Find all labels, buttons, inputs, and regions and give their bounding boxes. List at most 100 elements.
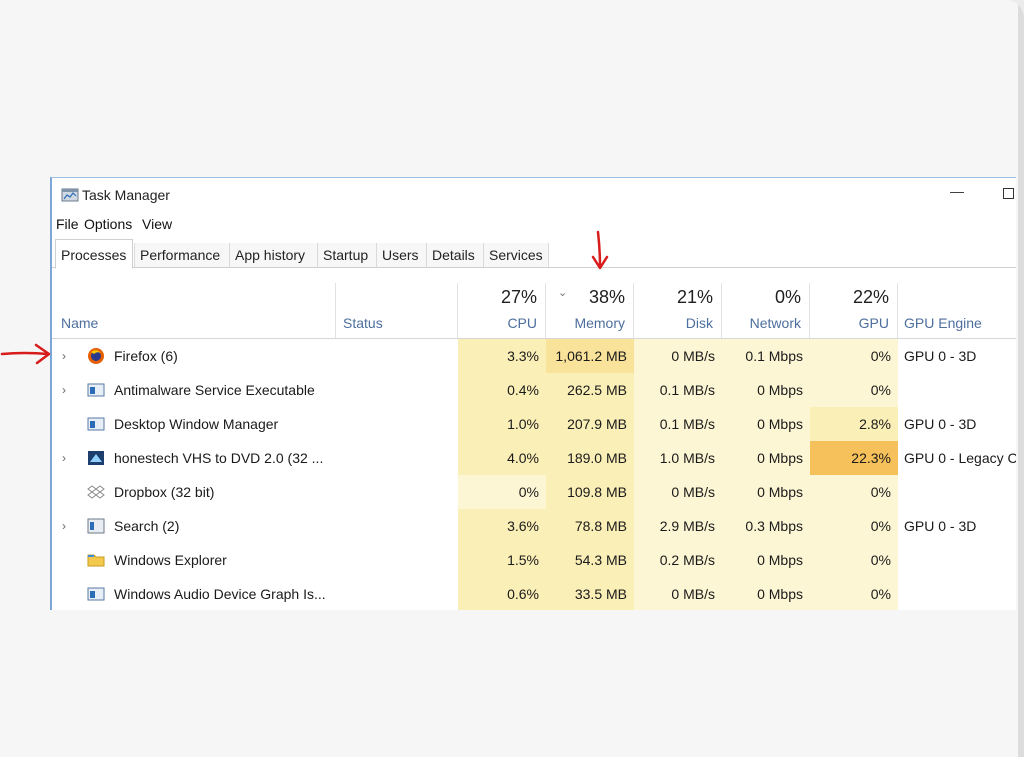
memory-cell: 1,061.2 MB <box>546 339 634 373</box>
network-cell: 0 Mbps <box>722 543 810 577</box>
disk-cell: 0 MB/s <box>634 475 722 509</box>
network-cell: 0.3 Mbps <box>722 509 810 543</box>
disk-cell: 0.1 MB/s <box>634 373 722 407</box>
network-cell: 0 Mbps <box>722 475 810 509</box>
process-name: Dropbox (32 bit) <box>114 484 215 500</box>
gpu-cell: 2.8% <box>810 407 898 441</box>
expand-chevron-icon[interactable]: › <box>62 451 72 465</box>
process-row[interactable]: › Antimalware Service Executable 0.4% 262.5… <box>52 373 1016 407</box>
cpu-cell: 0% <box>458 475 546 509</box>
cpu-cell: 0.6% <box>458 577 546 610</box>
tab-processes[interactable]: Processes <box>55 239 133 269</box>
tab-strip: Processes Performance App history Startu… <box>52 239 1016 269</box>
column-header-network[interactable]: Network <box>721 315 801 331</box>
network-cell: 0.1 Mbps <box>722 339 810 373</box>
maximize-button[interactable] <box>1003 188 1014 199</box>
network-cell: 0 Mbps <box>722 373 810 407</box>
memory-cell: 207.9 MB <box>546 407 634 441</box>
service-window-icon <box>87 381 105 399</box>
network-total-percent: 0% <box>774 287 801 307</box>
service-window-icon <box>87 585 105 603</box>
cpu-cell: 4.0% <box>458 441 546 475</box>
process-row[interactable]: › Firefox (6) 3.3% 1,061.2 MB 0 MB/s 0.1 Mbps… <box>52 339 1016 373</box>
cpu-total-percent: 27% <box>500 287 537 307</box>
memory-cell: 262.5 MB <box>546 373 634 407</box>
honestech-app-icon <box>87 449 105 467</box>
gpu-engine-cell: GPU 0 - 3D <box>904 416 977 432</box>
disk-cell: 0 MB/s <box>634 577 722 610</box>
expand-chevron-icon[interactable]: › <box>62 349 72 363</box>
column-header-gpu-engine[interactable]: GPU Engine <box>904 315 982 331</box>
task-manager-icon <box>61 188 79 202</box>
tab-startup[interactable]: Startup <box>317 243 376 267</box>
disk-total-percent: 21% <box>676 287 713 307</box>
expand-chevron-icon[interactable]: › <box>62 519 72 533</box>
disk-cell: 2.9 MB/s <box>634 509 722 543</box>
menu-options[interactable]: Options <box>84 216 132 232</box>
expand-chevron-icon[interactable]: › <box>62 383 72 397</box>
network-cell: 0 Mbps <box>722 407 810 441</box>
network-cell: 0 Mbps <box>722 577 810 610</box>
column-divider <box>335 283 336 338</box>
memory-cell: 33.5 MB <box>546 577 634 610</box>
cpu-cell: 1.0% <box>458 407 546 441</box>
disk-cell: 0.2 MB/s <box>634 543 722 577</box>
tab-performance[interactable]: Performance <box>134 243 229 267</box>
service-window-icon <box>87 415 105 433</box>
title-bar[interactable]: Task Manager — <box>52 178 1016 210</box>
menu-file[interactable]: File <box>56 216 79 232</box>
screenshot-background: Task Manager — File Options View Process… <box>0 0 1024 757</box>
process-row[interactable]: Windows Audio Device Graph Is... 0.6% 33.5… <box>52 577 1016 610</box>
column-header-status[interactable]: Status <box>343 315 383 331</box>
process-row[interactable]: Dropbox (32 bit) 0% 109.8 MB 0 MB/s 0 Mbps 0% <box>52 475 1016 509</box>
disk-cell: 0 MB/s <box>634 339 722 373</box>
column-header-gpu[interactable]: GPU <box>809 315 889 331</box>
search-app-icon <box>87 517 105 535</box>
gpu-engine-cell: GPU 0 - 3D <box>904 518 977 534</box>
process-name: honestech VHS to DVD 2.0 (32 ... <box>114 450 324 466</box>
gpu-cell: 0% <box>810 475 898 509</box>
memory-cell: 189.0 MB <box>546 441 634 475</box>
gpu-cell: 0% <box>810 373 898 407</box>
process-name: Antimalware Service Executable <box>114 382 315 398</box>
minimize-button[interactable]: — <box>950 183 964 199</box>
memory-cell: 54.3 MB <box>546 543 634 577</box>
background-edge <box>1018 0 1024 757</box>
process-row[interactable]: Windows Explorer 1.5% 54.3 MB 0.2 MB/s 0 Mbp… <box>52 543 1016 577</box>
gpu-cell: 0% <box>810 339 898 373</box>
memory-cell: 78.8 MB <box>546 509 634 543</box>
column-header-cpu[interactable]: CPU <box>457 315 537 331</box>
cpu-cell: 1.5% <box>458 543 546 577</box>
firefox-icon <box>87 347 105 365</box>
process-name: Search (2) <box>114 518 180 534</box>
window-title: Task Manager <box>82 187 170 203</box>
cpu-cell: 3.6% <box>458 509 546 543</box>
gpu-engine-cell <box>904 577 1016 610</box>
gpu-engine-cell: GPU 0 - Legacy C <box>904 450 1016 466</box>
memory-cell: 109.8 MB <box>546 475 634 509</box>
cpu-cell: 0.4% <box>458 373 546 407</box>
process-name: Desktop Window Manager <box>114 416 279 432</box>
gpu-cell: 22.3% <box>810 441 898 475</box>
cpu-cell: 3.3% <box>458 339 546 373</box>
column-header-name[interactable]: Name <box>61 315 98 331</box>
memory-total-percent: 38% <box>588 287 625 307</box>
tab-app-history[interactable]: App history <box>229 243 317 267</box>
column-header-memory[interactable]: Memory <box>545 315 625 331</box>
tab-details[interactable]: Details <box>426 243 483 267</box>
disk-cell: 0.1 MB/s <box>634 407 722 441</box>
process-row[interactable]: › Search (2) 3.6% 78.8 MB 2.9 MB/s 0.3 Mbps 0%… <box>52 509 1016 543</box>
process-row[interactable]: › honestech VHS to DVD 2.0 (32 ... 4.0% 189… <box>52 441 1016 475</box>
column-header-disk[interactable]: Disk <box>633 315 713 331</box>
tab-users[interactable]: Users <box>376 243 426 267</box>
process-name: Firefox (6) <box>114 348 178 364</box>
gpu-total-percent: 22% <box>852 287 889 307</box>
network-cell: 0 Mbps <box>722 441 810 475</box>
process-row[interactable]: Desktop Window Manager 1.0% 207.9 MB 0.1 MB… <box>52 407 1016 441</box>
tab-services[interactable]: Services <box>483 243 549 267</box>
column-header-row: Name Status 27% CPU ⌄ 38% Memory 21% Dis… <box>52 283 1016 339</box>
process-name: Windows Audio Device Graph Is... <box>114 586 326 602</box>
process-name: Windows Explorer <box>114 552 227 568</box>
menu-view[interactable]: View <box>142 216 172 232</box>
gpu-engine-cell <box>904 475 1016 509</box>
